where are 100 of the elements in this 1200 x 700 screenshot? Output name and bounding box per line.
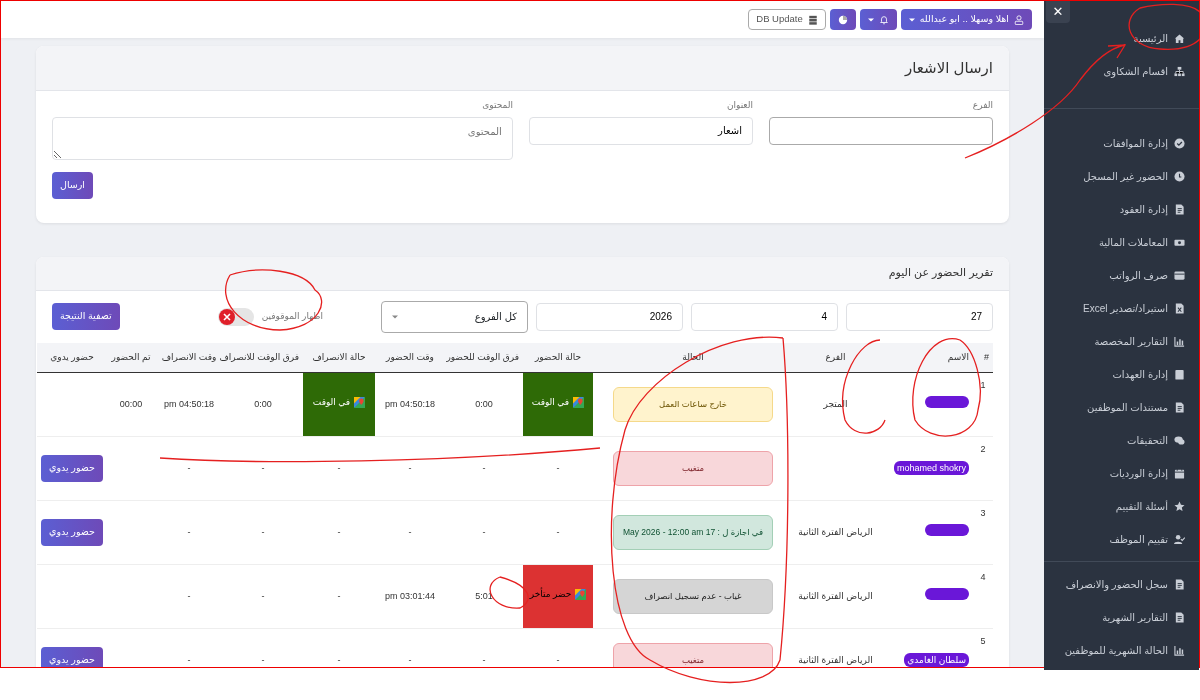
sidebar-item[interactable]: استيراد/تصدير Excel (1044, 292, 1199, 325)
employee-name: mohamed shokry (893, 460, 969, 475)
column-header: الفرع (793, 342, 878, 373)
status-badge: في اجازة ل : 17 May 2026 - 12:00 am (613, 515, 773, 550)
db-update-button[interactable]: DB Update (748, 9, 826, 30)
column-header: حضور يدوي (37, 342, 107, 373)
sidebar-item[interactable]: سجل الحضور والانصراف (1044, 568, 1199, 601)
manual-attendance-button[interactable]: حضور يدوي (41, 647, 103, 667)
sidebar-item[interactable]: أسئلة التقييم (1044, 490, 1199, 523)
bar-chart-icon (1174, 645, 1185, 656)
status-badge: متغيب (613, 643, 773, 667)
table-cell: - (482, 526, 486, 537)
column-header: تم الحضور (107, 342, 155, 373)
chat-icon (1174, 435, 1185, 446)
toggle-switch[interactable] (217, 307, 254, 326)
table-cell: 0:00 (254, 398, 272, 409)
wallet-icon (1174, 270, 1185, 281)
table-cell: - (187, 462, 191, 473)
sidebar-item[interactable]: مستندات الموظفين (1044, 391, 1199, 424)
status-badge: غياب - عدم تسجيل انصراف (613, 579, 773, 614)
row-number: 1 (980, 380, 986, 390)
close-button[interactable]: ✕ (1046, 1, 1070, 23)
table-cell: pm 03:01:44 (384, 590, 435, 601)
table-cell: - (337, 462, 341, 473)
row-number: 3 (980, 508, 986, 518)
sidebar-item[interactable]: المعاملات المالية (1044, 226, 1199, 259)
caret-icon (392, 313, 398, 320)
sidebar-item[interactable]: الحضور غير المسجل (1044, 160, 1199, 193)
row-number: 2 (980, 444, 986, 454)
sidebar-item[interactable]: الرئيسية (1044, 22, 1199, 55)
sidebar-item[interactable]: إدارة العقود (1044, 193, 1199, 226)
cash-icon (1174, 237, 1185, 248)
sidebar-item[interactable]: إدارة الموافقات (1044, 127, 1199, 160)
user-menu-button[interactable]: اهلا وسهلا .. ابو عبدالله (900, 9, 1032, 30)
document-icon (1174, 402, 1185, 413)
sidebar-item[interactable]: تقييم الموظف (1044, 523, 1199, 556)
sidebar-item[interactable]: التقارير الشهرية (1044, 601, 1199, 634)
table-cell: الرياض الفترة الثانية (798, 654, 873, 665)
content-field[interactable]: المحتوى (52, 116, 513, 160)
table-cell: - (261, 462, 265, 473)
row-number: 5 (980, 636, 986, 646)
column-header: الاسم (878, 342, 973, 373)
column-header: وقت الحضور (375, 342, 445, 373)
table-cell: الرياض الفترة الثانية (798, 526, 873, 537)
manual-attendance-button[interactable]: حضور يدوي (41, 455, 103, 482)
map-pin-icon (573, 397, 585, 409)
sidebar-item[interactable]: إدارة الورديات (1044, 457, 1199, 490)
document-icon (1174, 612, 1185, 623)
calendar-icon (1174, 468, 1185, 479)
date-filter-field[interactable]: 4 (691, 302, 838, 331)
map-pin-icon (354, 397, 366, 409)
table-cell: الرياض الفترة الثانية (798, 590, 873, 601)
status-badge: خارج ساعات العمل (613, 387, 773, 422)
table-cell: 0:00 (475, 398, 493, 409)
sidebar-item[interactable]: التقارير المخصصة (1044, 325, 1199, 358)
table-cell: - (408, 526, 412, 537)
table-cell: - (556, 526, 560, 537)
send-button[interactable]: ارسال (52, 171, 93, 199)
star-icon (1174, 501, 1185, 512)
table-cell: - (261, 526, 265, 537)
table-cell: pm 04:50:18 (163, 398, 214, 409)
column-header: حالة الحضور (523, 342, 593, 373)
table-cell: - (337, 590, 341, 601)
input-field[interactable]: اشعار (528, 116, 753, 145)
document-icon (1174, 204, 1185, 215)
server-icon (807, 14, 818, 25)
document-icon (1174, 579, 1185, 590)
caret-icon (908, 16, 915, 23)
card-title: تقرير الحضور عن اليوم (888, 266, 993, 280)
table-cell: - (337, 526, 341, 537)
date-filter-field[interactable]: 27 (846, 302, 993, 331)
field-label: المحتوى (481, 99, 513, 112)
table-cell: - (261, 654, 265, 665)
notifications-button[interactable] (859, 9, 897, 30)
user-icon (1014, 14, 1024, 25)
manual-attendance-button[interactable]: حضور يدوي (41, 519, 103, 546)
check-circle-icon (1174, 138, 1185, 149)
sidebar-item[interactable]: الحالة الشهرية للموظفين (1044, 634, 1199, 667)
status-text: في الوقت (531, 396, 570, 410)
branch-filter-field[interactable]: كل الفروع (381, 300, 528, 333)
select-field[interactable] (768, 116, 993, 145)
card-title: ارسال الاشعار (905, 59, 993, 77)
table-cell: - (482, 654, 486, 665)
table-cell: - (187, 526, 191, 537)
field-label: العنوان (725, 99, 753, 112)
date-filter-field[interactable]: 2026 (536, 302, 683, 331)
pie-chart-icon (837, 14, 848, 25)
status-text: في الوقت (312, 396, 351, 410)
filter-button[interactable]: تصفية النتيجة (52, 303, 120, 330)
sidebar-item[interactable]: إدارة العهدات (1044, 358, 1199, 391)
sidebar-item[interactable]: صرف الرواتب (1044, 259, 1199, 292)
sidebar-item[interactable]: التحقيقات (1044, 424, 1199, 457)
sidebar-item[interactable]: اقسام الشكاوى (1044, 55, 1199, 88)
table-cell: pm 04:50:18 (384, 398, 435, 409)
table-cell: 00:00 (119, 398, 143, 409)
table-cell: - (408, 462, 412, 473)
map-pin-icon (575, 589, 587, 601)
table-cell: - (187, 654, 191, 665)
table-cell: - (556, 462, 560, 473)
clock-icon (1174, 171, 1185, 182)
